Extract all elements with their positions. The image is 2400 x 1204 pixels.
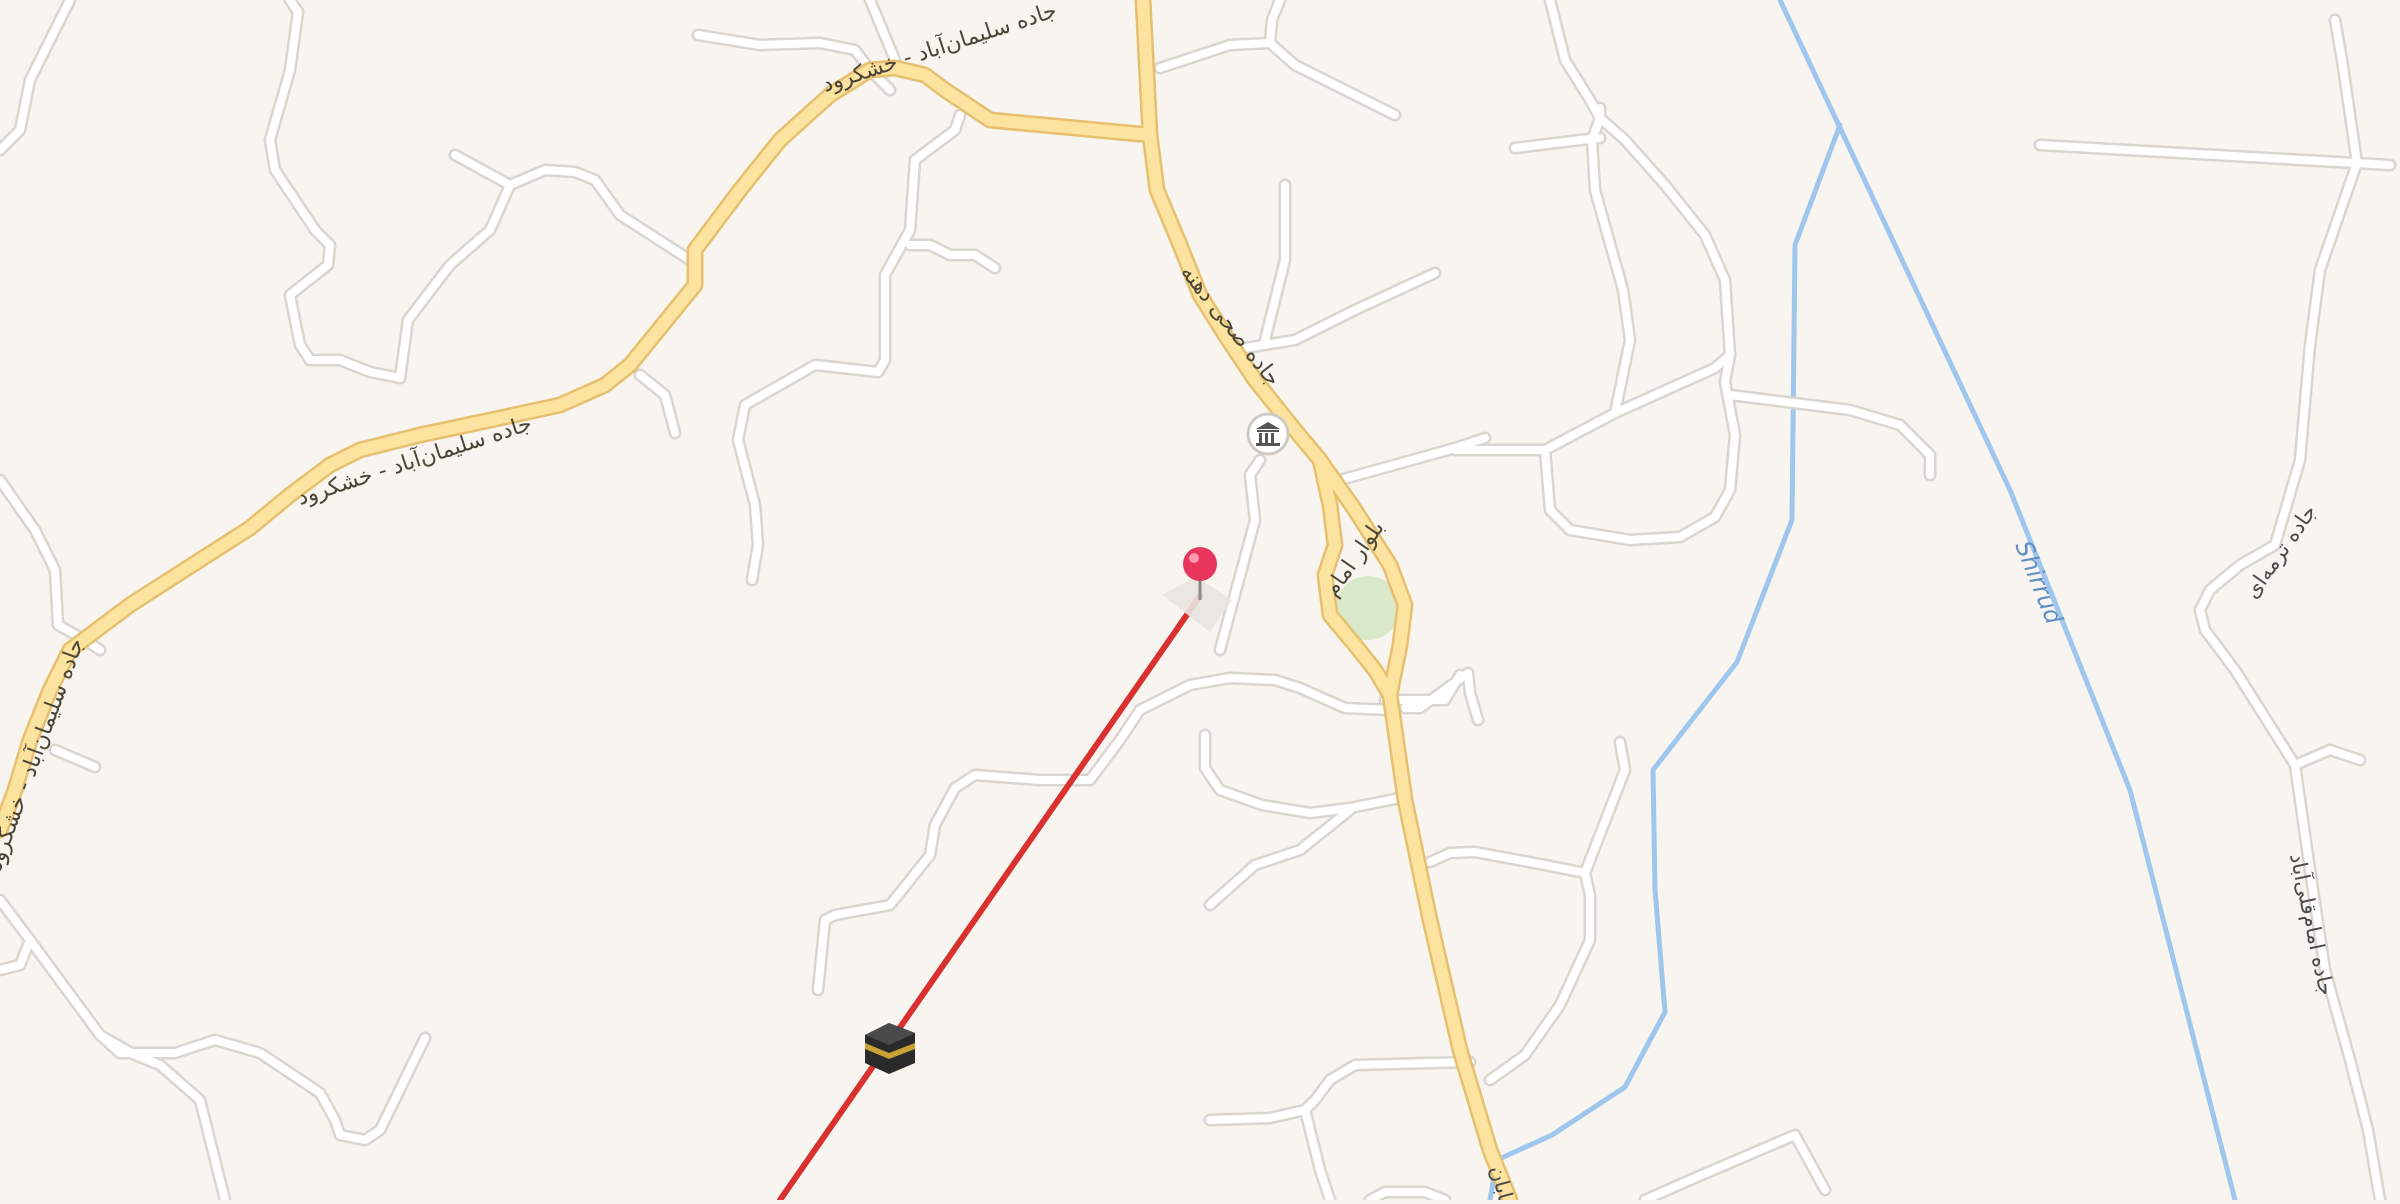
kaaba-icon[interactable] — [865, 1023, 915, 1074]
dropped-pin[interactable] — [1162, 547, 1232, 632]
museum-icon[interactable] — [1246, 412, 1290, 456]
pin-head — [1183, 547, 1217, 581]
label-east-road-2: جاده امام‌قلی‌آباد — [2285, 851, 2340, 998]
label-river: Shirrud — [2009, 537, 2068, 629]
map-canvas[interactable]: جاده سلیمان‌آباد - خشکرود جاده سلیمان‌آب… — [0, 0, 2400, 1204]
map-svg[interactable]: جاده سلیمان‌آباد - خشکرود جاده سلیمان‌آب… — [0, 0, 2400, 1204]
rivers — [1487, 0, 2238, 1203]
main-road-west — [0, 62, 1156, 836]
shirrud-river — [1777, 0, 2238, 1203]
qibla-direction-line — [777, 593, 1203, 1203]
pin-highlight — [1189, 553, 1199, 563]
